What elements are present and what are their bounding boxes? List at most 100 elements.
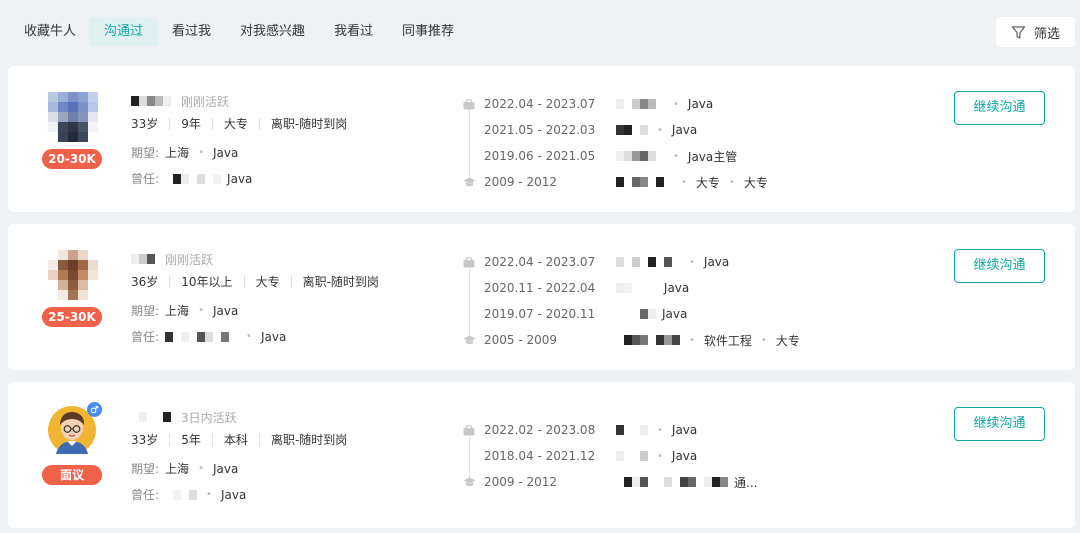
timeline-date: 2022.04 - 2023.07 [484, 255, 596, 269]
timeline-date: 2020.11 - 2022.04 [484, 281, 596, 295]
candidate-card[interactable]: 面议 3日内活跃 33岁 5年 本科 离职-随时到岗 期望: 上海 • Java… [8, 382, 1075, 528]
education: 大专 [211, 118, 259, 130]
timeline-row: 2020.11 - 2022.04 •Java [462, 275, 689, 301]
age: 33岁 [131, 117, 159, 131]
name-redacted [131, 254, 155, 264]
age: 36岁 [131, 275, 159, 289]
timeline-org: • 软件工程 • 大专 [616, 332, 800, 349]
expect-job: Java [212, 461, 239, 476]
timeline-org: •Java [616, 123, 697, 137]
company-redacted [165, 173, 222, 184]
timeline-row: 2021.05 - 2022.03 • Java [462, 117, 697, 143]
meta-line: 36岁 10年以上 大专 离职-随时到岗 [131, 276, 390, 288]
experience: 5年 [169, 434, 212, 446]
candidate-card[interactable]: 25-30K 刚刚活跃 36岁 10年以上 大专 离职-随时到岗 期望: 上海 … [8, 224, 1075, 370]
separator-dot: • [198, 305, 204, 316]
timeline-row: 2022.02 - 2023.08 • Java [462, 417, 697, 443]
timeline-row: 2009 - 2012 • 大专 • 大专 [462, 169, 768, 195]
tab-viewed-me[interactable]: 看过我 [157, 17, 226, 46]
timeline-org: • 大专 • 大专 [616, 174, 768, 191]
avatar[interactable] [48, 250, 98, 300]
tab-contacted[interactable]: 沟通过 [89, 17, 159, 46]
timeline-date: 2018.04 - 2021.12 [484, 449, 596, 463]
experience: 10年以上 [169, 276, 243, 288]
age: 33岁 [131, 433, 159, 447]
avatar[interactable] [48, 92, 98, 142]
timeline-org: •Java [616, 423, 697, 437]
expect-line: 期望: 上海 • Java [131, 144, 238, 161]
timeline-row: 2009 - 2012 通... [462, 469, 757, 495]
expect-job: Java [212, 303, 239, 318]
expect-city: 上海 [165, 462, 190, 476]
expect-line: 期望: 上海 • Java [131, 302, 238, 319]
salary-badge: 25-30K [42, 307, 102, 327]
former-label: 曾任: [131, 330, 160, 344]
tab-favorites[interactable]: 收藏牛人 [9, 17, 91, 46]
tab-colleague-recommend[interactable]: 同事推荐 [387, 17, 469, 46]
meta-line: 33岁 9年 大专 离职-随时到岗 [131, 118, 358, 130]
separator-dot: • [198, 463, 204, 474]
active-status: 刚刚活跃 [165, 252, 214, 267]
expect-line: 期望: 上海 • Java [131, 460, 238, 477]
expect-label: 期望: [131, 304, 160, 318]
meta-line: 33岁 5年 本科 离职-随时到岗 [131, 434, 358, 446]
timeline-org: •Java [616, 255, 729, 269]
briefcase-icon [462, 255, 476, 269]
filter-icon [1011, 25, 1026, 40]
expect-job: Java [212, 145, 239, 160]
timeline-date: 2009 - 2012 [484, 175, 558, 189]
former-line: 曾任: • Java [131, 329, 287, 345]
timeline-date: 2009 - 2012 [484, 475, 558, 489]
former-line: 曾任: Java [131, 170, 252, 187]
former-label: 曾任: [131, 172, 160, 186]
tab-interested-in-me[interactable]: 对我感兴趣 [225, 17, 320, 46]
expect-city: 上海 [165, 146, 190, 160]
company-redacted [165, 489, 198, 500]
education: 本科 [211, 434, 259, 446]
expect-city: 上海 [165, 304, 190, 318]
briefcase-icon [462, 423, 476, 437]
name-line: 刚刚活跃 [131, 250, 213, 268]
timeline-date: 2019.07 - 2020.11 [484, 307, 596, 321]
former-job: Java [220, 487, 247, 502]
continue-chat-button[interactable]: 继续沟通 [954, 249, 1045, 283]
expect-label: 期望: [131, 462, 160, 476]
timeline-row: 2019.07 - 2020.11 Java [462, 301, 687, 327]
graduation-cap-icon [462, 175, 476, 189]
continue-chat-button[interactable]: 继续沟通 [954, 91, 1045, 125]
company-redacted [165, 331, 238, 342]
separator-dot: • [198, 147, 204, 158]
former-line: 曾任: • Java [131, 487, 247, 503]
timeline-date: 2022.02 - 2023.08 [484, 423, 596, 437]
education: 大专 [243, 276, 291, 288]
job-status: 离职-随时到岗 [258, 118, 358, 130]
timeline-org: •Java [616, 281, 689, 295]
experience-timeline: 2022.02 - 2023.08 • Java 2018.04 - 2021.1… [462, 417, 757, 495]
avatar[interactable] [46, 402, 102, 456]
tab-i-viewed[interactable]: 我看过 [319, 17, 388, 46]
salary-badge: 20-30K [42, 149, 102, 169]
name-line: 3日内活跃 [131, 408, 237, 426]
timeline-row: 2022.04 - 2023.07 • Java [462, 249, 729, 275]
former-job: Java [227, 171, 253, 186]
timeline-org: •Java [616, 97, 713, 111]
briefcase-icon [462, 97, 476, 111]
candidate-card[interactable]: 20-30K 刚刚活跃 33岁 9年 大专 离职-随时到岗 期望: 上海 • J… [8, 66, 1075, 212]
timeline-org: •Java [616, 449, 697, 463]
male-gender-icon [87, 402, 102, 417]
filter-button[interactable]: 筛选 [996, 17, 1075, 47]
job-status: 离职-随时到岗 [258, 434, 358, 446]
timeline-org: Java [616, 307, 687, 321]
continue-chat-button[interactable]: 继续沟通 [954, 407, 1045, 441]
active-status: 3日内活跃 [181, 410, 237, 425]
salary-badge: 面议 [42, 465, 102, 485]
graduation-cap-icon [462, 333, 476, 347]
timeline-org: 通... [616, 474, 757, 491]
experience: 9年 [169, 118, 212, 130]
name-line: 刚刚活跃 [131, 92, 229, 110]
active-status: 刚刚活跃 [181, 94, 230, 109]
name-redacted [131, 412, 171, 422]
experience-timeline: 2022.04 - 2023.07 • Java 2020.11 - 2022.0… [462, 249, 800, 353]
expect-label: 期望: [131, 146, 160, 160]
timeline-row: 2005 - 2009 • 软件工程 • 大专 [462, 327, 800, 353]
